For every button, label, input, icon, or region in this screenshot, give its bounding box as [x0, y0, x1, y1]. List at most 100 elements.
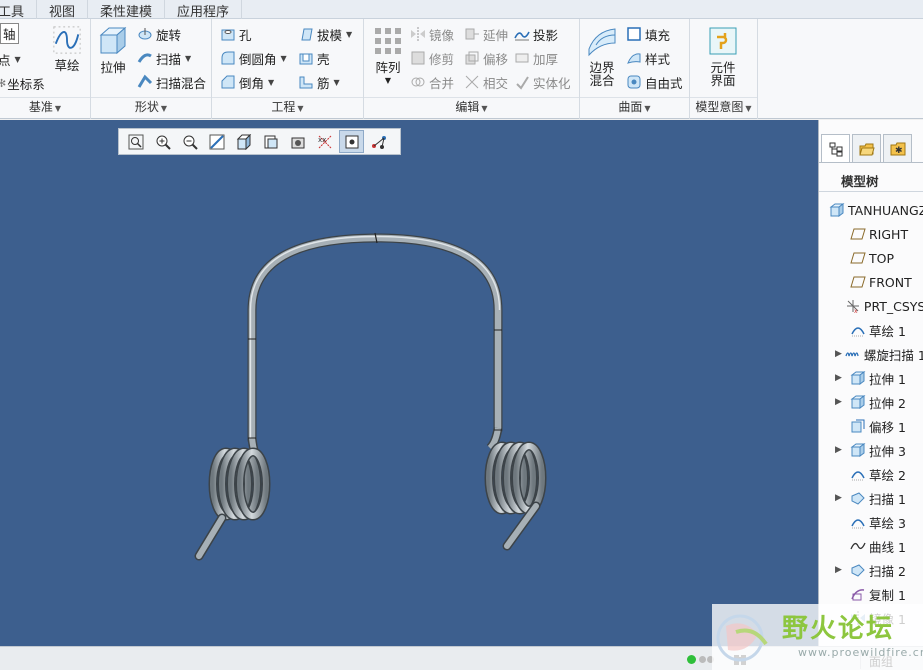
- model-tree-item[interactable]: ▶ 拉伸 1: [819, 366, 923, 390]
- draft-icon: [301, 28, 313, 41]
- component-interface-label: 元件界面: [710, 60, 736, 88]
- draft-button[interactable]: 拔模 ▼: [298, 23, 352, 45]
- revolve-button[interactable]: 旋转: [137, 23, 181, 45]
- thicken-button[interactable]: 加厚: [514, 47, 558, 69]
- model-tree-item-label: TANHUANGZ: [848, 202, 923, 218]
- extend-button[interactable]: 延伸: [464, 23, 508, 45]
- expand-arrow-icon[interactable]: ▶: [835, 397, 847, 407]
- style-icon: [627, 53, 641, 64]
- shell-icon: [299, 53, 313, 65]
- intersect-button[interactable]: 相交: [464, 71, 508, 93]
- trim-button[interactable]: 修剪: [410, 47, 454, 69]
- csys-mini-icon: ✻: [0, 76, 7, 90]
- expand-arrow-icon[interactable]: ▶: [835, 565, 847, 575]
- solidify-button[interactable]: 实体化: [514, 71, 571, 93]
- model-tree-item[interactable]: ▶复制 1: [819, 582, 923, 606]
- merge-label: 合并: [429, 75, 455, 91]
- model-tree-item[interactable]: ▶xPRT_CSYS: [819, 294, 923, 318]
- sweep-label: 扫描: [156, 51, 182, 67]
- swept-blend-button[interactable]: 扫描混合: [137, 71, 206, 93]
- svg-text:✱: ✱: [895, 146, 903, 156]
- model-tree-item-label: PRT_CSYS: [863, 298, 923, 314]
- expand-arrow-icon[interactable]: ▶: [835, 445, 847, 455]
- chamfer-button[interactable]: 倒角 ▼: [220, 71, 274, 93]
- csys-button[interactable]: ✻ 坐标系: [0, 72, 45, 94]
- merge-button[interactable]: 合并: [410, 71, 454, 93]
- menu-flexible-modeling[interactable]: 柔性建模: [88, 0, 166, 20]
- graphics-viewport[interactable]: xx: [0, 120, 818, 646]
- favorites-tab[interactable]: ✱: [883, 134, 912, 162]
- engineering-group-label[interactable]: 工程 ▼: [212, 97, 363, 117]
- model-tree-item[interactable]: ▶草绘 1: [819, 318, 923, 342]
- model-tree-item[interactable]: ▶RIGHT: [819, 222, 923, 246]
- model-tree-item[interactable]: ▶草绘 2: [819, 462, 923, 486]
- menu-applications[interactable]: 应用程序: [165, 0, 243, 20]
- model-tree-item[interactable]: ▶ 扫描 1: [819, 486, 923, 510]
- hole-button[interactable]: 孔: [220, 23, 252, 45]
- watermark-text: 野火论坛: [782, 614, 895, 644]
- model-tree-item[interactable]: ▶TOP: [819, 246, 923, 270]
- offset-label: 偏移: [483, 51, 509, 67]
- model-tree-item-label: 拉伸 1: [869, 371, 906, 387]
- model-intent-group-label[interactable]: 模型意图 ▼: [690, 97, 757, 117]
- datum-group-label[interactable]: 基准 ▼: [0, 97, 90, 117]
- model-tree-item-label: 拉伸 2: [869, 395, 906, 411]
- menu-tools[interactable]: 工具: [0, 0, 38, 20]
- swept-blend-icon: [137, 74, 153, 88]
- model-tree-item-label: 拉伸 3: [869, 443, 906, 459]
- solidify-icon: [516, 76, 529, 90]
- sweep-button[interactable]: 扫描 ▼: [137, 47, 191, 69]
- model-tree-tab[interactable]: [821, 134, 850, 162]
- model-tree-item[interactable]: ▶偏移 1: [819, 414, 923, 438]
- round-button[interactable]: 倒圆角 ▼: [220, 47, 287, 69]
- expand-arrow-icon[interactable]: ▶: [835, 493, 847, 503]
- project-button[interactable]: 投影: [514, 23, 558, 45]
- editing-group: 阵列 ▼ 镜像 修剪 合并 延伸 偏移 相交 投影 加厚 实体化 编辑 ▼: [364, 19, 580, 119]
- watermark-logo-icon: [716, 614, 768, 662]
- expand-arrow-icon[interactable]: ▶: [835, 349, 842, 359]
- expand-arrow-icon[interactable]: ▶: [835, 373, 847, 383]
- model-tree-item-label: 草绘 3: [869, 515, 906, 531]
- mirror-icon: [411, 27, 425, 41]
- model-tree-item[interactable]: ▶ 扫描 2: [819, 558, 923, 582]
- axis-button[interactable]: 轴: [0, 22, 19, 44]
- offset-button[interactable]: 偏移: [464, 47, 508, 69]
- menu-view[interactable]: 视图: [37, 0, 89, 20]
- shell-button[interactable]: 壳: [298, 47, 330, 69]
- model-tree-item[interactable]: ▶ 拉伸 3: [819, 438, 923, 462]
- style-button[interactable]: 样式: [626, 47, 670, 69]
- folder-browser-tab[interactable]: [852, 134, 881, 162]
- freestyle-label: 自由式: [645, 75, 683, 91]
- shapes-group-label[interactable]: 形状 ▼: [91, 97, 211, 117]
- model-tree-item[interactable]: ▶曲线 1: [819, 534, 923, 558]
- rib-button[interactable]: 筋 ▼: [298, 71, 340, 93]
- chevron-down-icon: ▼: [14, 54, 21, 64]
- editing-group-label[interactable]: 编辑 ▼: [364, 97, 579, 117]
- model-tree-tab-icon: [829, 142, 842, 156]
- extrude-button[interactable]: 拉伸: [97, 25, 129, 74]
- pattern-button[interactable]: 阵列 ▼: [372, 25, 404, 87]
- model-tree-item[interactable]: ▶草绘 3: [819, 510, 923, 534]
- mirror-label: 镜像: [429, 27, 455, 43]
- sweep-icon: [137, 53, 152, 63]
- model-tree-item[interactable]: ▶ 拉伸 2: [819, 390, 923, 414]
- sketch-button[interactable]: 草绘: [52, 25, 82, 72]
- model-tree-item[interactable]: ▶FRONT: [819, 270, 923, 294]
- watermark-url: www.proewildfire.cn: [798, 646, 923, 659]
- component-interface-button[interactable]: 元件界面: [707, 25, 739, 87]
- freestyle-button[interactable]: 自由式: [626, 71, 683, 93]
- model-tree-item[interactable]: ▶ 螺旋扫描 1: [819, 342, 923, 366]
- fill-button[interactable]: 填充: [626, 23, 670, 45]
- surfaces-group-label[interactable]: 曲面 ▼: [580, 97, 689, 117]
- boundary-blend-button[interactable]: 边界混合: [586, 25, 618, 87]
- point-button[interactable]: 点 ▼: [0, 48, 21, 70]
- model-tree-item-label: 曲线 1: [869, 539, 906, 555]
- spring-model[interactable]: [0, 120, 818, 646]
- extrude-label: 拉伸: [100, 60, 126, 75]
- freestyle-icon: [627, 75, 641, 89]
- mirror-button[interactable]: 镜像: [410, 23, 454, 45]
- model-tree-item-label: 螺旋扫描 1: [863, 347, 923, 363]
- project-icon: [514, 31, 530, 41]
- model-tree-root[interactable]: TANHUANGZ: [819, 198, 923, 222]
- offset-icon: [465, 51, 479, 65]
